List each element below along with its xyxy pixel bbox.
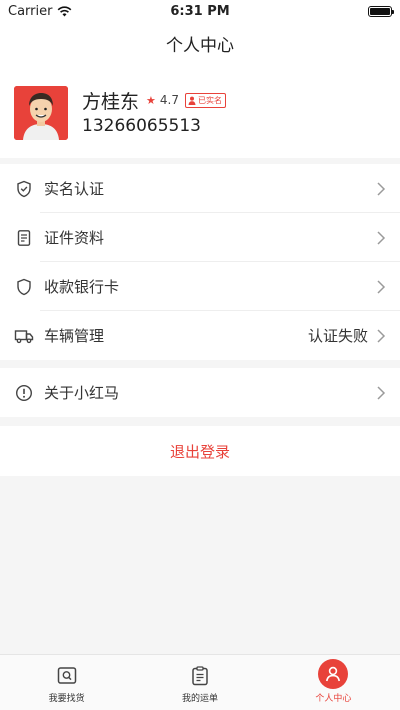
tab-label: 我的运单 (181, 694, 218, 704)
chevron-right-icon (377, 279, 386, 294)
user-name: 方桂东 (82, 90, 140, 113)
tab-bar: 我要找货 我的运单 个人中心 (0, 654, 400, 710)
info-icon (14, 383, 34, 403)
tab-my-waybills[interactable]: 我的运单 (133, 655, 266, 710)
menu-item-label: 收款银行卡 (44, 278, 120, 296)
tab-label: 我要找货 (48, 694, 85, 704)
name-row: 方桂东 ★ 4.7 已实名 (82, 86, 226, 114)
shield-icon (14, 277, 34, 297)
carrier-label: Carrier (8, 3, 53, 19)
tab-find-goods[interactable]: 我要找货 (0, 655, 133, 710)
person-badge-icon (188, 96, 196, 105)
settings-menu: 实名认证 证件资料 收款银行卡 车辆管理 认证失败 关于小红马 (0, 164, 400, 417)
chevron-right-icon (377, 385, 386, 400)
logout-button[interactable]: 退出登录 (0, 426, 400, 476)
menu-item-bank-card[interactable]: 收款银行卡 (0, 262, 400, 311)
profile-info: 方桂东 ★ 4.7 已实名 13266065513 (82, 86, 226, 136)
wifi-icon (58, 5, 72, 16)
avatar-illustration-icon (14, 86, 68, 140)
menu-item-real-name-auth[interactable]: 实名认证 (0, 164, 400, 213)
verified-badge-label: 已实名 (197, 95, 222, 105)
truck-icon (14, 326, 34, 346)
chevron-right-icon (377, 230, 386, 245)
person-icon (318, 659, 349, 689)
menu-item-label: 实名认证 (44, 180, 105, 198)
page-title: 个人中心 (166, 35, 234, 56)
logout-label: 退出登录 (169, 442, 230, 461)
status-left: Carrier (8, 4, 72, 19)
avatar[interactable] (14, 86, 68, 140)
menu-item-vehicle-management[interactable]: 车辆管理 认证失败 (0, 311, 400, 360)
menu-item-about[interactable]: 关于小红马 (0, 368, 400, 417)
menu-section-gap (0, 360, 400, 368)
search-goods-icon (56, 665, 78, 687)
menu-item-label: 关于小红马 (44, 384, 120, 402)
chevron-right-icon (377, 181, 386, 196)
tab-label: 个人中心 (315, 694, 352, 704)
user-phone: 13266065513 (82, 116, 201, 136)
shield-check-icon (14, 179, 34, 199)
menu-item-documents[interactable]: 证件资料 (0, 213, 400, 262)
verified-badge: 已实名 (184, 92, 226, 108)
battery-icon (368, 5, 394, 17)
status-bar: Carrier 6:31 PM (0, 0, 400, 22)
chevron-right-icon (377, 328, 386, 343)
tab-profile[interactable]: 个人中心 (267, 655, 400, 710)
menu-item-label: 证件资料 (44, 229, 105, 247)
vehicle-status-value: 认证失败 (307, 327, 368, 345)
clipboard-icon (189, 665, 211, 687)
menu-item-label: 车辆管理 (44, 327, 105, 345)
nav-bar: 个人中心 (0, 22, 400, 64)
star-icon: ★ (146, 93, 156, 107)
user-rating: 4.7 (159, 93, 179, 107)
profile-card[interactable]: 方桂东 ★ 4.7 已实名 13266065513 (0, 64, 400, 158)
document-icon (14, 228, 34, 248)
